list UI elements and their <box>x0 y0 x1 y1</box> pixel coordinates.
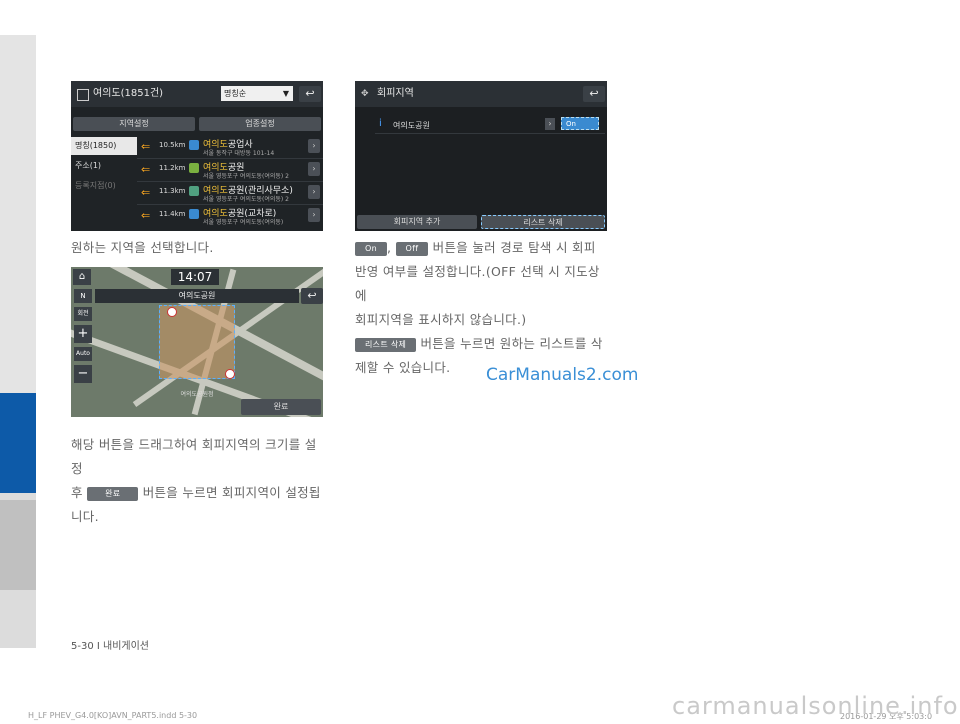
avoid-list-item[interactable]: i 여의도공원 › On <box>375 117 605 134</box>
back-arrow-icon: ↩ <box>305 87 315 100</box>
add-avoid-area-button[interactable]: 회피지역 추가 <box>357 215 477 229</box>
caption-toggle: On, Off 버튼을 눌러 경로 탐색 시 회피 반영 여부를 설정합니다.(… <box>355 236 610 380</box>
avoid-area-screenshot: ✥ 회피지역 ↩ i 여의도공원 › On 회피지역 추가 리스트 삭제 <box>355 81 607 231</box>
sort-dropdown[interactable]: 명칭순 ▼ <box>221 86 293 101</box>
back-button[interactable]: ↩ <box>299 86 321 102</box>
caption-set-area: 해당 버튼을 드래그하여 회피지역의 크기를 설정 후 완료 버튼을 누르면 회… <box>71 433 323 529</box>
category-icon <box>189 186 199 196</box>
caption-select-area: 원하는 지역을 선택합니다. <box>71 240 214 255</box>
delete-list-button[interactable]: 리스트 삭제 <box>481 215 605 229</box>
chevron-right-icon[interactable]: › <box>308 162 320 176</box>
caption-line: 회피지역을 표시하지 않습니다.) <box>355 312 527 327</box>
category-icon <box>189 163 199 173</box>
side-tab-registered[interactable]: 등록지점(0) <box>71 177 137 195</box>
caption-line: 후 완료 버튼을 누르면 회피지역이 설정됩 <box>71 485 321 501</box>
caption-line: On, Off 버튼을 눌러 경로 탐색 시 회피 <box>355 236 610 260</box>
category-icon <box>189 140 199 150</box>
list-icon <box>77 89 89 101</box>
map-screenshot: 14:07 ⌂ 여의도공원 ↩ N 회전 + Auto − 여의도공원점 완료 <box>71 267 323 417</box>
zoom-out-button[interactable]: − <box>74 365 92 383</box>
done-pill: 완료 <box>87 486 139 501</box>
back-button[interactable]: ↩ <box>583 86 605 102</box>
place-address: 서울 동작구 대방동 101-14 <box>203 150 275 157</box>
results-title: 여의도(1851건) <box>93 88 164 99</box>
map-control-north[interactable]: N <box>74 289 92 303</box>
place-address: 서울 영등포구 여의도동(여의동) 2 <box>203 173 289 180</box>
list-item[interactable]: ⇐ 11.3km 여의도공원(관리사무소) 서울 영등포구 여의도동(여의동) … <box>137 182 323 205</box>
footer-file: H_LF PHEV_G4.0[KO]AVN_PART5.indd 5-30 <box>28 711 198 720</box>
place-address: 서울 영등포구 여의도동(여의동) 2 <box>203 196 289 203</box>
place-address: 서울 영등포구 여의도동(여의동) <box>203 219 284 226</box>
avoid-title: 회피지역 <box>377 88 414 99</box>
caption-line: 니다. <box>71 509 99 524</box>
chevron-right-icon[interactable]: › <box>308 139 320 153</box>
avoid-item-name: 여의도공원 <box>393 121 430 130</box>
zoom-auto-button[interactable]: Auto <box>74 347 92 361</box>
info-icon: i <box>379 118 382 129</box>
zoom-in-button[interactable]: + <box>74 325 92 343</box>
avoid-area-icon: ✥ <box>361 89 369 99</box>
direction-arrow-icon: ⇐ <box>141 186 151 199</box>
done-button[interactable]: 완료 <box>241 399 321 415</box>
side-tab-address[interactable]: 주소(1) <box>71 157 137 175</box>
sort-label: 명칭순 <box>224 89 247 98</box>
caption-line: 리스트 삭제 버튼을 누르면 원하는 리스트를 삭 <box>355 332 610 356</box>
off-pill: Off <box>395 241 429 256</box>
chapter-tab-active <box>0 393 36 493</box>
back-arrow-icon: ↩ <box>589 87 599 100</box>
direction-arrow-icon: ⇐ <box>141 163 151 176</box>
delete-pill: 리스트 삭제 <box>355 337 417 352</box>
drag-handle-icon[interactable] <box>167 307 177 317</box>
page-number: 5-30 I 내비게이션 <box>71 641 150 652</box>
map-place-name: 여의도공원 <box>178 291 216 300</box>
site-watermark: CarManuals2.com <box>486 365 639 385</box>
dropdown-arrow-icon: ▼ <box>282 89 289 98</box>
direction-arrow-icon: ⇐ <box>141 140 151 153</box>
back-arrow-icon: ↩ <box>307 289 317 302</box>
category-icon <box>189 209 199 219</box>
map-control-rotate[interactable]: 회전 <box>74 307 92 321</box>
search-results-screenshot: 여의도(1851건) 명칭순 ▼ ↩ 지역설정 업종설정 명칭(1850) 주소… <box>71 81 323 231</box>
chevron-right-icon[interactable]: › <box>308 185 320 199</box>
map-place-bar: 여의도공원 <box>95 289 299 303</box>
distance: 11.3km <box>159 187 186 195</box>
drag-handle-icon[interactable] <box>225 369 235 379</box>
list-item[interactable]: ⇐ 11.2km 여의도공원 서울 영등포구 여의도동(여의동) 2 › <box>137 159 323 182</box>
bottom-place-label: 여의도공원점 <box>180 391 214 398</box>
avoid-header: ✥ 회피지역 <box>355 81 607 107</box>
back-button[interactable]: ↩ <box>301 288 323 304</box>
on-pill: On <box>355 241 387 256</box>
distance: 10.5km <box>159 141 186 149</box>
bottom-watermark: carmanualsonline.info <box>672 692 959 720</box>
side-strip-light <box>0 35 36 393</box>
direction-arrow-icon: ⇐ <box>141 209 151 222</box>
caption-line: 해당 버튼을 드래그하여 회피지역의 크기를 설정 <box>71 437 317 476</box>
list-item[interactable]: ⇐ 11.4km 여의도공원(교차로) 서울 영등포구 여의도동(여의동) › <box>137 205 323 227</box>
distance: 11.4km <box>159 210 186 218</box>
on-toggle[interactable]: On <box>561 117 599 130</box>
chevron-right-icon[interactable]: › <box>308 208 320 222</box>
tab-region[interactable]: 지역설정 <box>73 117 195 131</box>
chevron-right-icon[interactable]: › <box>545 118 555 130</box>
caption-line: 반영 여부를 설정합니다.(OFF 선택 시 지도상에 <box>355 264 600 303</box>
side-tab-name[interactable]: 명칭(1850) <box>71 137 137 155</box>
chapter-tab <box>0 500 36 590</box>
home-icon[interactable]: ⌂ <box>73 269 91 285</box>
tab-category[interactable]: 업종설정 <box>199 117 321 131</box>
distance: 11.2km <box>159 164 186 172</box>
time-display: 14:07 <box>171 269 219 285</box>
list-item[interactable]: ⇐ 10.5km 여의도공업사 서울 동작구 대방동 101-14 › <box>137 136 323 159</box>
